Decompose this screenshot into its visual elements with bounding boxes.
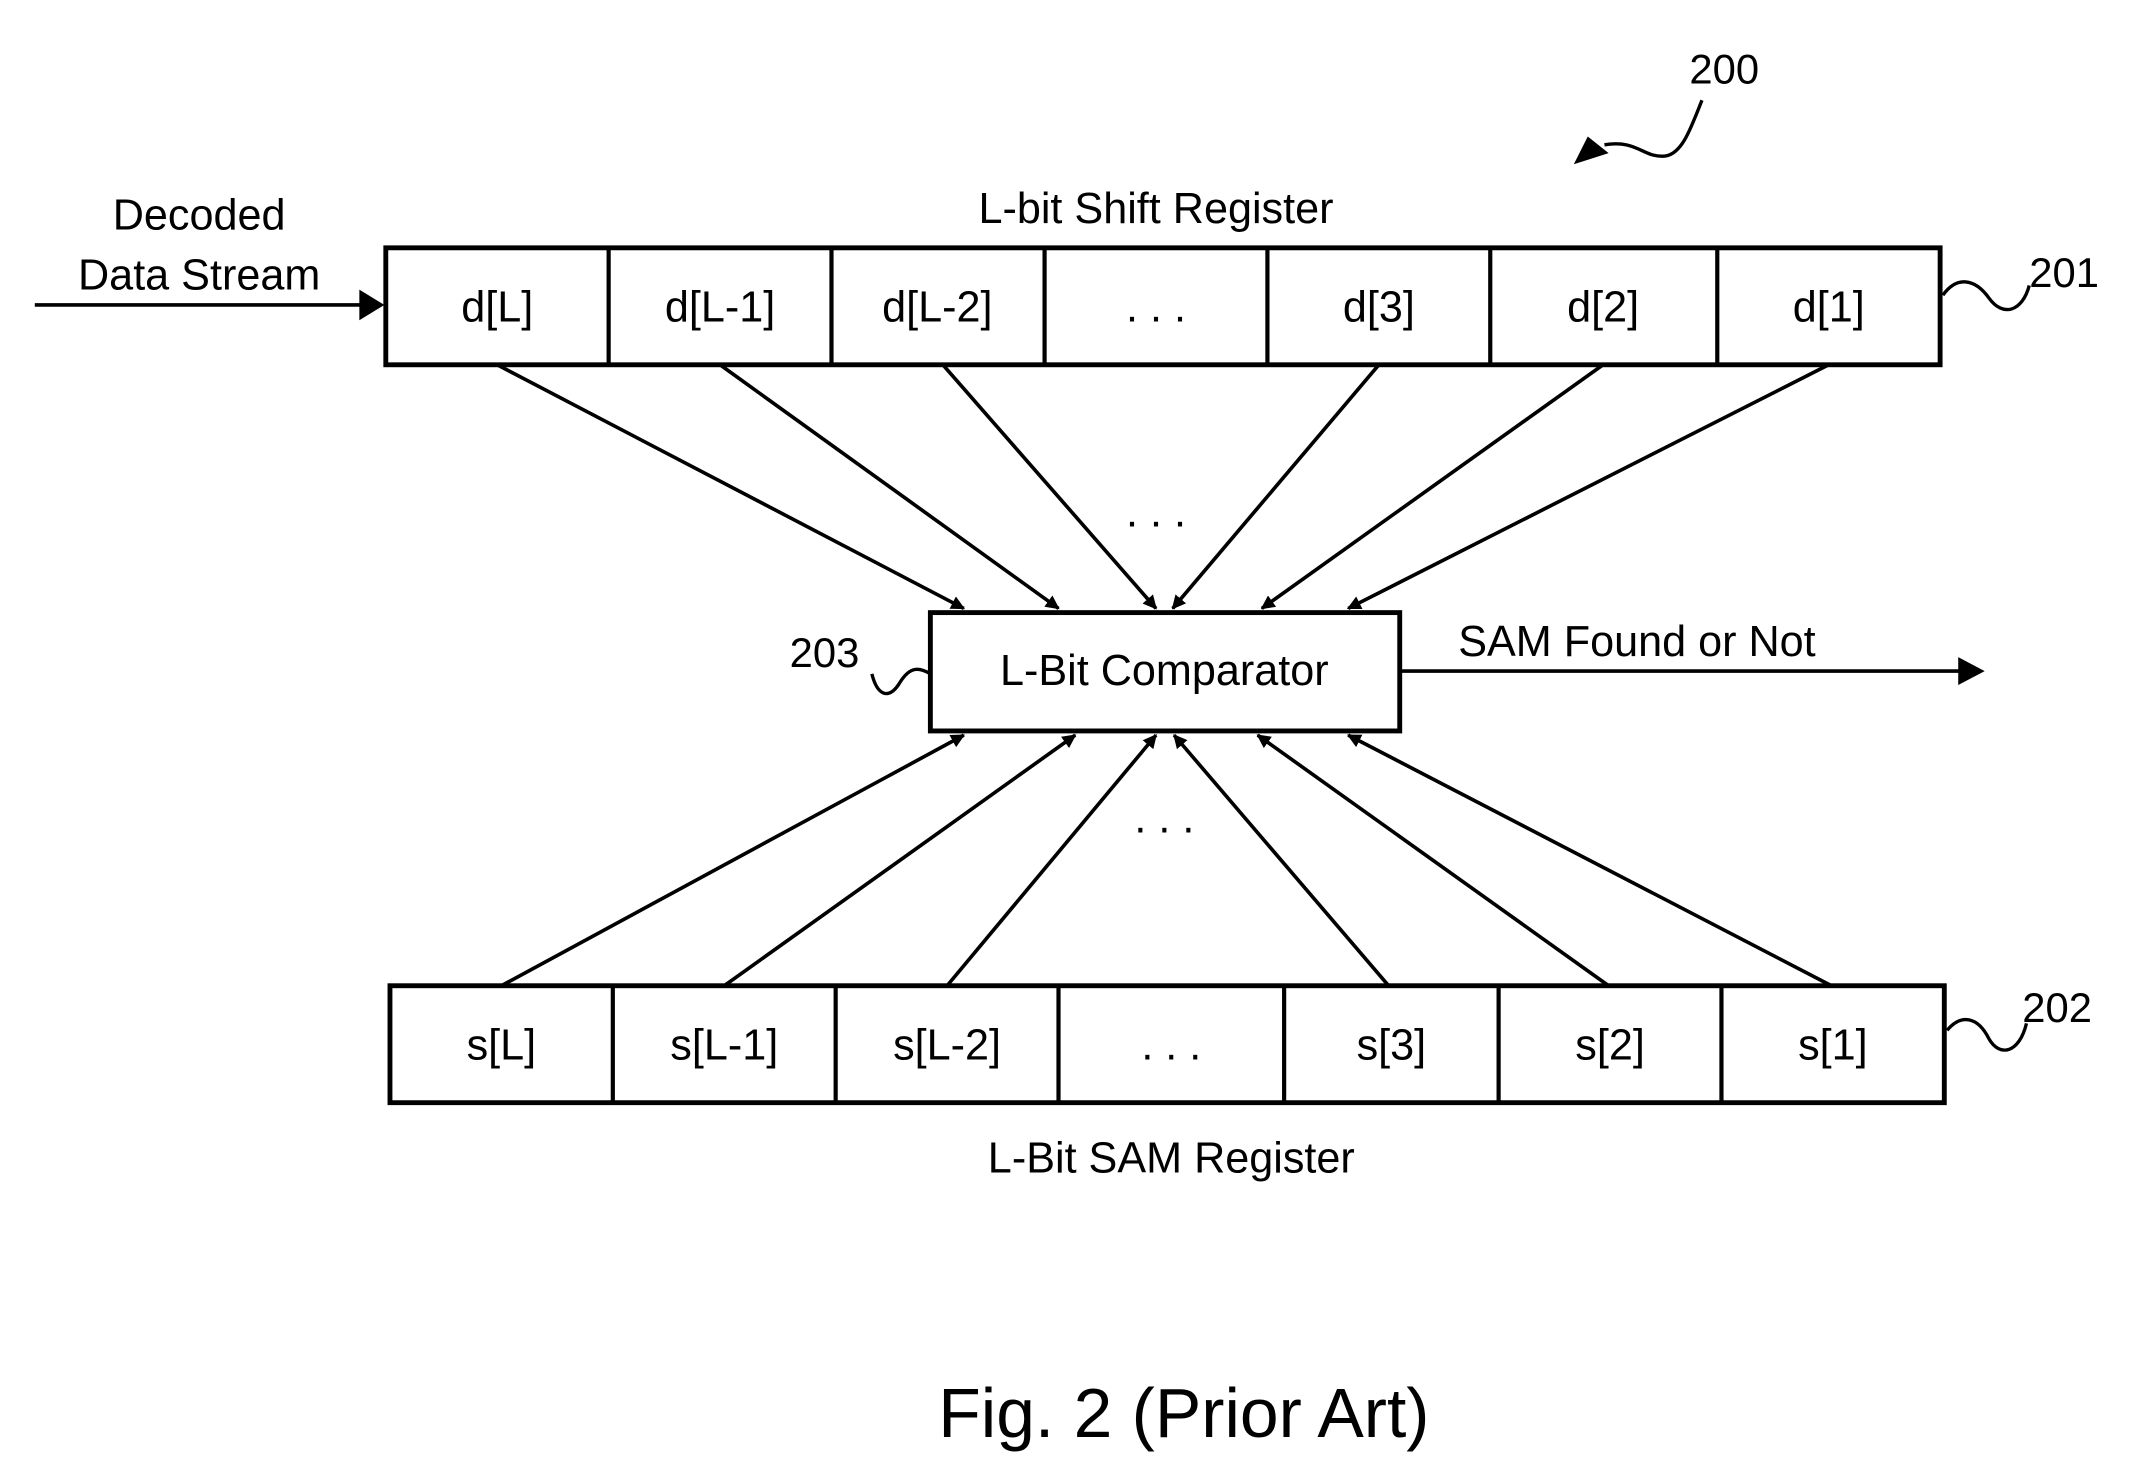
arrow-d-L: [496, 363, 966, 611]
sam-cell-ellipsis: . . .: [1141, 1022, 1201, 1070]
shift-cell-ellipsis: . . .: [1126, 284, 1186, 332]
shift-cell: d[1]: [1793, 284, 1865, 332]
sam-register-reference-leader: [1945, 1018, 2029, 1052]
lower-ellipsis: . . .: [1134, 795, 1194, 843]
shift-register: d[L] d[L-1] d[L-2] . . . d[3] d[2] d[1]: [383, 245, 1943, 368]
shift-register-reference-leader: [1941, 280, 2031, 312]
arrow-d-L-2: [941, 363, 1158, 610]
figure-reference-arrowhead-icon: [1573, 136, 1609, 165]
sam-register: s[L] s[L-1] s[L-2] . . . s[3] s[2] s[1]: [387, 983, 1947, 1106]
arrow-d-L-1: [719, 363, 1060, 610]
sam-cell: s[3]: [1357, 1022, 1427, 1070]
shift-cell: d[L-2]: [882, 284, 992, 332]
arrow-s-L-2: [945, 733, 1158, 987]
arrow-s-L: [500, 733, 966, 988]
arrow-s-2: [1256, 733, 1610, 988]
comparator-label: L-Bit Comparator: [1000, 647, 1329, 695]
shift-register-reference-number: 201: [2029, 249, 2099, 296]
arrow-d-3: [1171, 363, 1381, 610]
figure-reference-number: 200: [1689, 46, 1759, 93]
input-arrowhead-icon: [359, 289, 385, 321]
shift-cell: d[3]: [1343, 284, 1415, 332]
input-label-line1: Decoded: [113, 192, 286, 240]
arrow-s-L-1: [723, 733, 1077, 988]
sam-cell: s[L-2]: [893, 1022, 1001, 1070]
input-label-line2: Data Stream: [78, 252, 320, 300]
sam-cell: s[L]: [467, 1022, 537, 1070]
sam-register-reference-number: 202: [2022, 984, 2092, 1031]
figure-caption: Fig. 2 (Prior Art): [938, 1374, 1429, 1452]
sam-to-comparator-arrows: [500, 733, 1833, 988]
upper-ellipsis: . . .: [1126, 488, 1186, 536]
sam-cell: s[1]: [1798, 1022, 1868, 1070]
shift-cell: d[2]: [1567, 284, 1639, 332]
sam-cell: s[L-1]: [670, 1022, 778, 1070]
sam-cell: s[2]: [1575, 1022, 1645, 1070]
shift-register-title: L-bit Shift Register: [978, 185, 1333, 233]
comparator-reference-number: 203: [790, 629, 860, 676]
figure-reference-leader: [1604, 99, 1704, 158]
shift-cell: d[L-1]: [665, 284, 775, 332]
shift-cell: d[L]: [461, 284, 533, 332]
arrow-d-2: [1260, 363, 1605, 610]
comparator-reference-leader: [870, 667, 932, 696]
output-arrowhead-icon: [1958, 657, 1985, 686]
output-label: SAM Found or Not: [1458, 618, 1815, 666]
arrow-s-1: [1346, 733, 1833, 988]
sam-register-title: L-Bit SAM Register: [988, 1134, 1355, 1182]
shift-to-comparator-arrows: [496, 363, 1830, 611]
arrow-s-3: [1172, 733, 1390, 987]
sam-detector-diagram: 200 Decoded Data Stream L-bit Shift Regi…: [34, 46, 2099, 1452]
arrow-d-1: [1346, 363, 1830, 611]
